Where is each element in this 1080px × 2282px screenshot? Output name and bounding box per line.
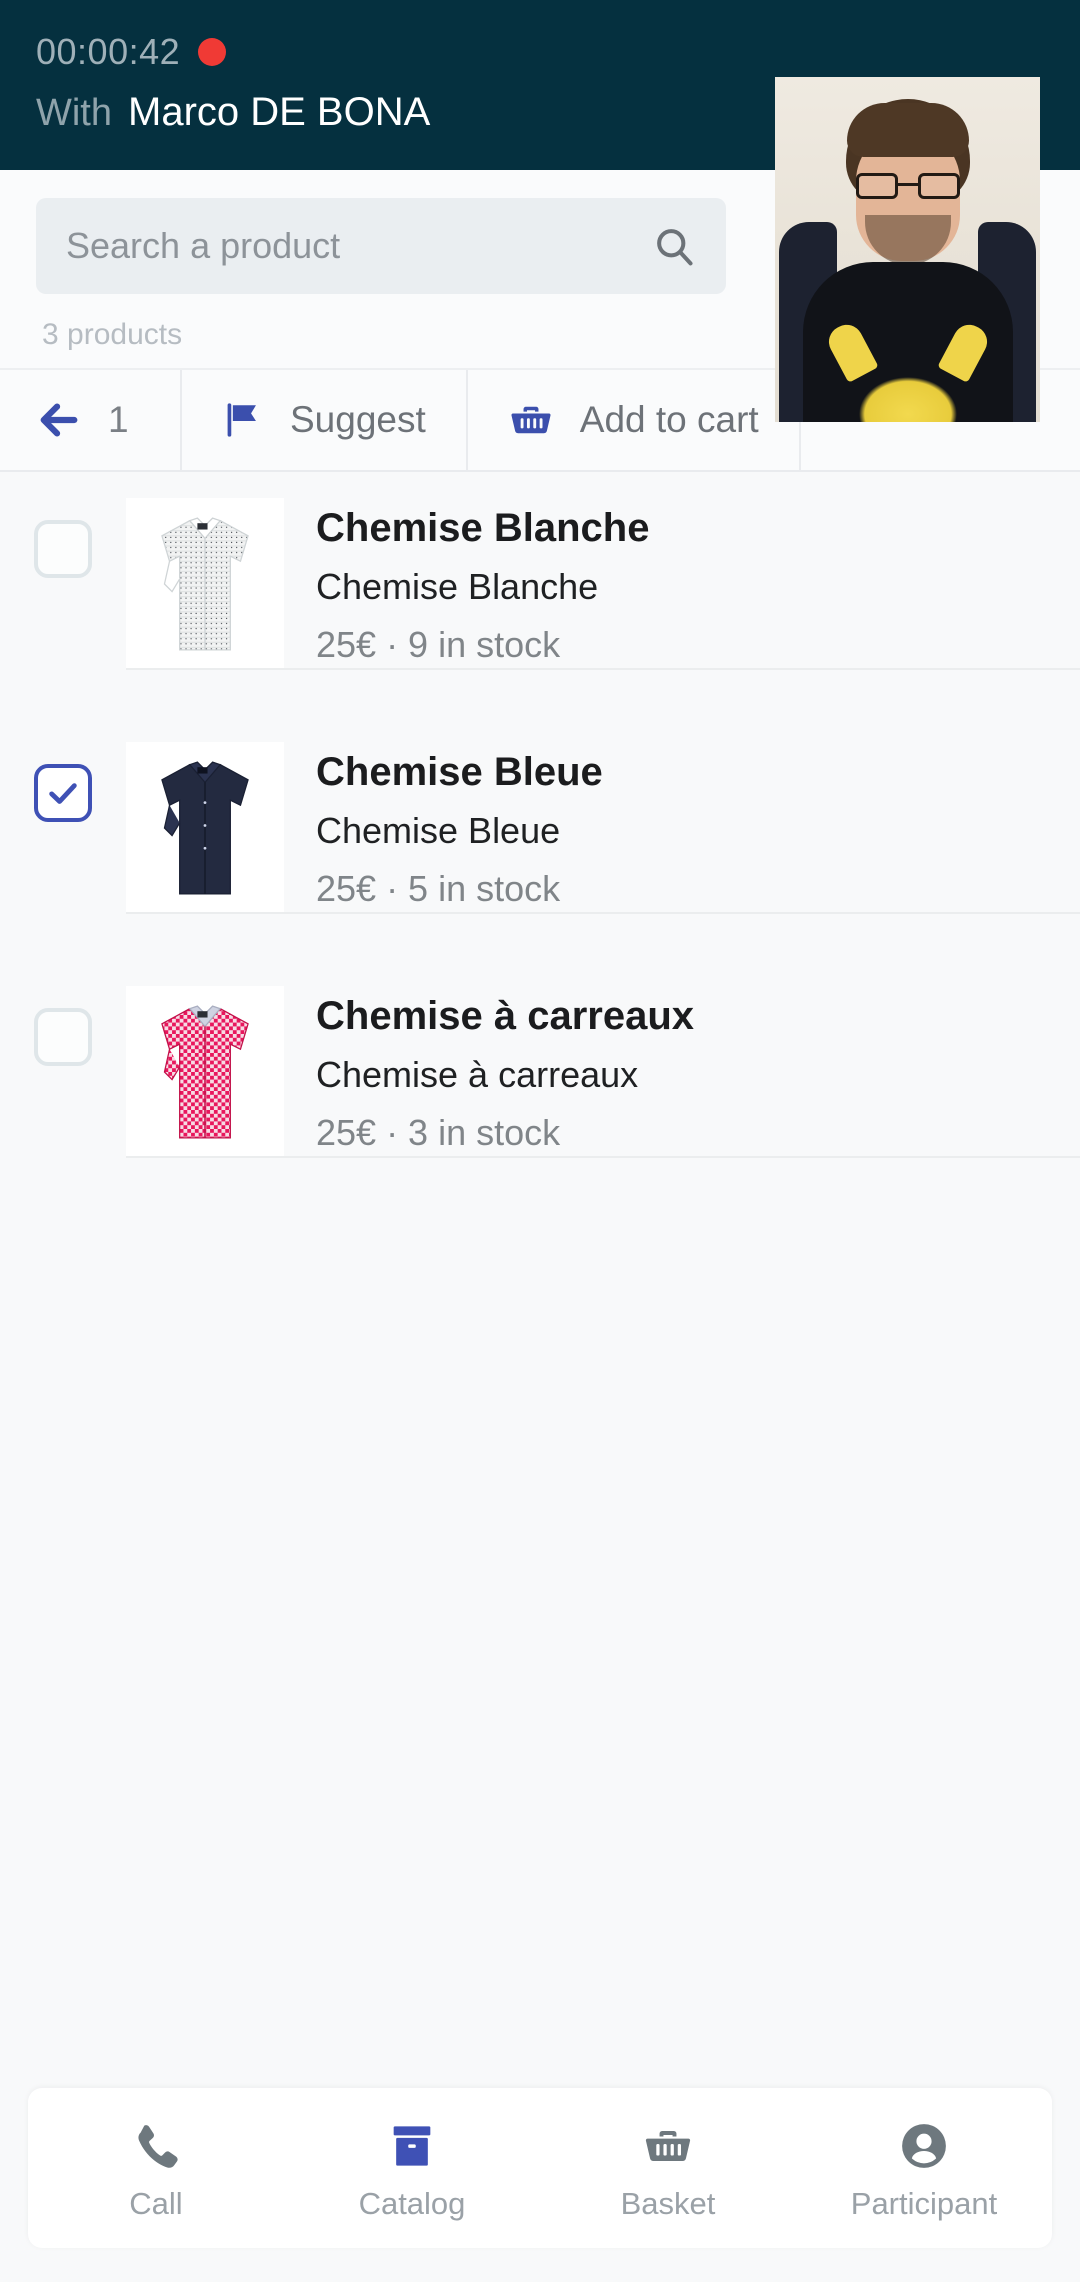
product-meta: 25€ · 9 in stock: [316, 623, 561, 665]
product-meta: 25€ · 5 in stock: [316, 867, 561, 909]
table-row[interactable]: Chemise à carreaux Chemise à carreaux 25…: [0, 960, 1080, 1158]
nav-item-call[interactable]: Call: [28, 2114, 284, 2222]
nav-label-basket: Basket: [620, 2186, 716, 2221]
white-shirt-image: [161, 517, 249, 651]
bottom-navigation: Call Catalog Basket Participant: [28, 2088, 1052, 2248]
with-label: With: [36, 92, 112, 134]
nav-item-participant[interactable]: Participant: [796, 2114, 1052, 2222]
product-list: Chemise Blanche Chemise Blanche 25€ · 9 …: [0, 472, 1080, 2088]
row-gap: [0, 670, 1080, 716]
search-icon[interactable]: [652, 224, 696, 268]
add-to-cart-label: Add to cart: [579, 399, 759, 440]
search-input[interactable]: Search a product: [36, 198, 726, 294]
product-checkbox[interactable]: [34, 764, 92, 822]
bottom-nav-container: Call Catalog Basket Participant: [0, 2088, 1080, 2282]
recording-dot-icon: [198, 38, 227, 66]
row-gap: [0, 914, 1080, 960]
nav-item-basket[interactable]: Basket: [540, 2114, 796, 2222]
page-number: 1: [108, 399, 129, 440]
call-timer: 00:00:42: [36, 31, 181, 72]
add-to-cart-button[interactable]: Add to cart: [465, 370, 799, 470]
nav-label-call: Call: [129, 2186, 183, 2221]
hair-front: [846, 103, 969, 157]
row-divider: [126, 1156, 1080, 1158]
row-divider: [126, 668, 1080, 670]
product-subtitle: Chemise Blanche: [316, 565, 599, 607]
nav-label-participant: Participant: [850, 2186, 998, 2221]
person-icon: [898, 2114, 950, 2172]
product-info: Chemise à carreaux Chemise à carreaux 25…: [284, 986, 694, 1155]
basket-icon: [508, 397, 554, 443]
row-checkbox-cell: [0, 986, 126, 1066]
video-thumbnail[interactable]: [775, 77, 1040, 422]
arrow-left-icon: [36, 397, 82, 443]
flag-icon: [222, 399, 264, 441]
nav-item-catalog[interactable]: Catalog: [284, 2114, 540, 2222]
product-thumbnail: [126, 742, 284, 914]
product-title: Chemise Bleue: [316, 750, 603, 794]
checkered-shirt-image: [161, 1005, 249, 1139]
product-title: Chemise à carreaux: [316, 994, 695, 1038]
search-placeholder: Search a product: [66, 225, 341, 266]
product-checkbox[interactable]: [34, 520, 92, 578]
product-info: Chemise Blanche Chemise Blanche 25€ · 9 …: [284, 498, 649, 667]
glasses-icon: [855, 173, 960, 199]
phone-icon: [130, 2114, 182, 2172]
product-thumbnail: [126, 498, 284, 670]
participant-name: Marco DE BONA: [128, 90, 431, 134]
table-row[interactable]: Chemise Blanche Chemise Blanche 25€ · 9 …: [0, 472, 1080, 670]
basket-icon: [641, 2114, 695, 2172]
row-divider: [126, 912, 1080, 914]
blue-shirt-image: [161, 761, 249, 895]
row-checkbox-cell: [0, 498, 126, 578]
row-checkbox-cell: [0, 742, 126, 822]
product-checkbox[interactable]: [34, 1008, 92, 1066]
pikachu-print: [845, 344, 970, 422]
nav-label-catalog: Catalog: [358, 2186, 466, 2221]
product-subtitle: Chemise Bleue: [316, 809, 561, 851]
product-thumbnail: [126, 986, 284, 1158]
product-subtitle: Chemise à carreaux: [316, 1053, 639, 1095]
catalog-box-icon: [387, 2114, 437, 2172]
suggest-button[interactable]: Suggest: [180, 370, 466, 470]
back-button[interactable]: 1: [0, 370, 180, 470]
product-title: Chemise Blanche: [316, 506, 650, 550]
table-row[interactable]: Chemise Bleue Chemise Bleue 25€ · 5 in s…: [0, 716, 1080, 914]
product-meta: 25€ · 3 in stock: [316, 1111, 561, 1153]
app-screen: 00:00:42 With Marco DE BONA Search a pro…: [0, 0, 1080, 2282]
suggest-label: Suggest: [290, 399, 426, 440]
product-info: Chemise Bleue Chemise Bleue 25€ · 5 in s…: [284, 742, 603, 911]
call-timer-row: 00:00:42: [36, 28, 1080, 76]
